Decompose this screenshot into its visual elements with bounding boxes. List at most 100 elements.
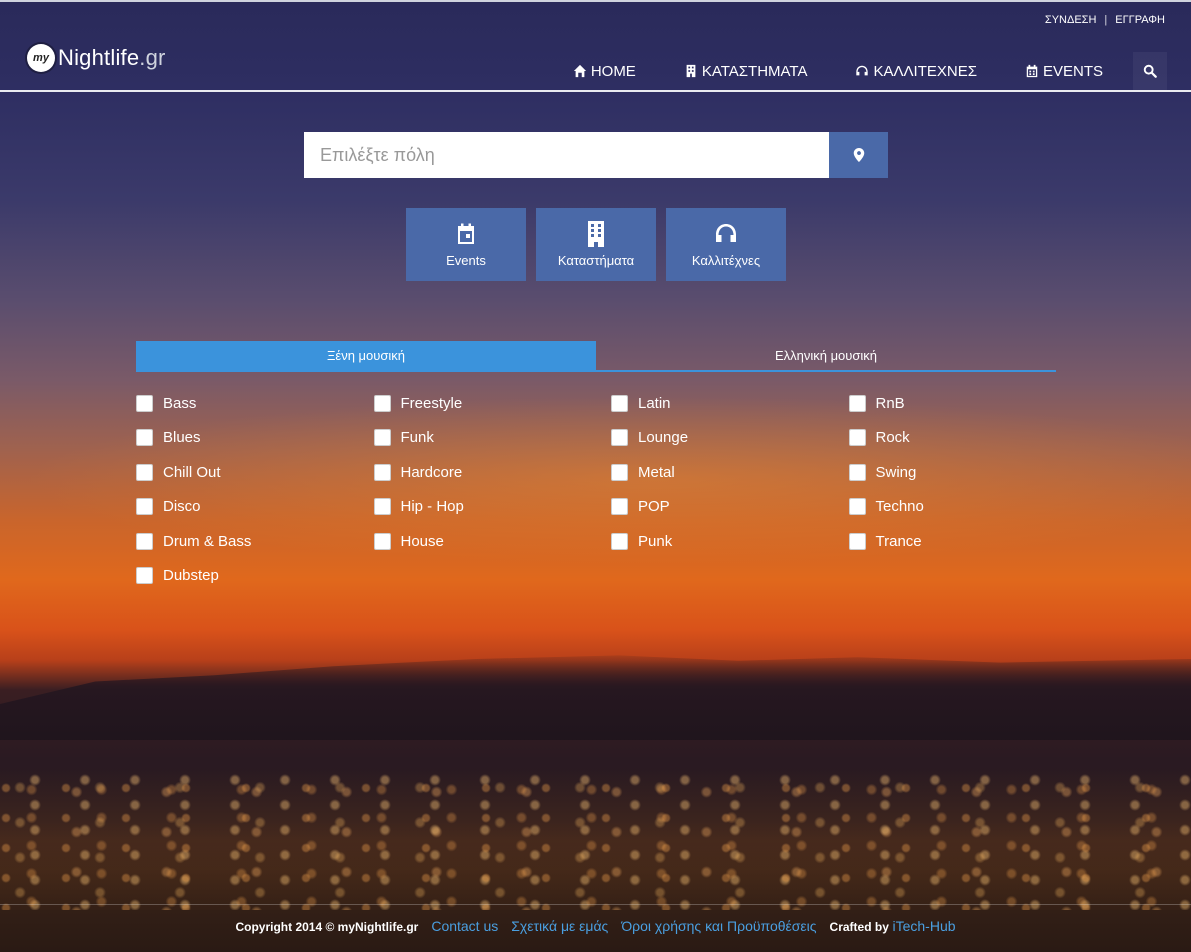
nav-artists-label: ΚΑΛΛΙΤΕΧΝΕΣ xyxy=(873,62,977,80)
category-stores[interactable]: Καταστήματα xyxy=(536,208,656,281)
genre-option: Rock xyxy=(848,428,1087,448)
genre-checkbox[interactable] xyxy=(848,394,866,412)
headphones-icon xyxy=(856,65,869,76)
home-icon xyxy=(573,64,586,78)
genre-checkbox[interactable] xyxy=(848,498,866,515)
city-input[interactable] xyxy=(304,132,829,178)
genre-label: House xyxy=(400,532,444,550)
nav-home[interactable]: HOME xyxy=(549,52,660,90)
genre-label: POP xyxy=(638,498,670,515)
genre-label: RnB xyxy=(875,394,905,412)
footer: Copyright 2014 © myNightlife.gr Contact … xyxy=(0,918,1191,934)
genre-option: Drum & Bass xyxy=(136,531,374,551)
login-link[interactable]: ΣΥΝΔΕΣΗ xyxy=(1045,14,1097,26)
genre-label: Punk xyxy=(638,532,673,550)
city-locate-button[interactable] xyxy=(829,132,888,178)
genre-checkbox[interactable] xyxy=(373,498,391,515)
genre-option: Bass xyxy=(136,393,374,413)
genre-checkbox[interactable] xyxy=(136,429,153,446)
nav-artists[interactable]: ΚΑΛΛΙΤΕΧΝΕΣ xyxy=(831,52,1001,90)
genre-option: Punk xyxy=(611,531,849,551)
genre-empty-cell xyxy=(611,566,849,601)
category-events-label: Events xyxy=(446,253,486,268)
register-link[interactable]: ΕΓΓΡΑΦΗ xyxy=(1115,14,1165,26)
genre-checkbox[interactable] xyxy=(611,463,628,481)
tab-foreign-music[interactable]: Ξένη μουσική xyxy=(136,341,596,370)
nav-stores-label: ΚΑΤΑΣΤΗΜΑΤΑ xyxy=(701,62,808,80)
genre-checkbox[interactable] xyxy=(136,463,153,481)
nav-events[interactable]: EVENTS xyxy=(1001,52,1127,90)
genre-checkbox[interactable] xyxy=(136,567,153,584)
genre-checkbox[interactable] xyxy=(373,394,391,412)
genre-checkbox[interactable] xyxy=(373,429,391,446)
search-icon xyxy=(1143,64,1157,78)
genre-checkbox[interactable] xyxy=(373,463,391,481)
genre-option: Chill Out xyxy=(136,462,374,482)
genre-checkbox[interactable] xyxy=(611,532,628,550)
main-nav: HOME ΚΑΤΑΣΤΗΜΑΤΑ ΚΑΛΛΙΤΕΧΝΕΣ EVENTS xyxy=(549,52,1167,90)
calendar-icon xyxy=(458,223,474,244)
auth-separator: | xyxy=(1104,14,1108,26)
genre-checkbox[interactable] xyxy=(848,532,866,550)
background-city-lights xyxy=(0,770,1191,910)
genre-checkbox[interactable] xyxy=(611,429,628,446)
genre-checkbox[interactable] xyxy=(136,394,153,412)
genre-label: Hip - Hop xyxy=(400,498,464,515)
footer-crafted-link[interactable]: iTech-Hub xyxy=(893,918,956,934)
genre-option: Disco xyxy=(136,497,374,517)
top-border xyxy=(0,0,1191,2)
footer-terms-link[interactable]: Όροι χρήσης και Προϋποθέσεις xyxy=(621,918,816,934)
genre-label: Disco xyxy=(163,498,201,515)
headphones-icon xyxy=(716,224,736,242)
genre-option: Funk xyxy=(373,428,612,448)
genre-checkbox[interactable] xyxy=(611,498,628,515)
genre-label: Techno xyxy=(875,498,924,515)
genre-label: Drum & Bass xyxy=(163,532,252,550)
nav-search-button[interactable] xyxy=(1133,52,1167,90)
footer-contact-link[interactable]: Contact us xyxy=(431,918,498,934)
footer-divider xyxy=(0,904,1191,905)
genre-option: Hip - Hop xyxy=(373,497,612,517)
logo-name: Nightlife.gr xyxy=(58,45,166,71)
background-mountains xyxy=(0,655,1191,740)
genre-checkbox[interactable] xyxy=(373,532,391,550)
genre-option: POP xyxy=(611,497,849,517)
site-logo[interactable]: my Nightlife.gr xyxy=(27,44,166,72)
genre-label: Metal xyxy=(638,463,675,481)
genre-label: Blues xyxy=(163,429,201,446)
genre-label: Latin xyxy=(638,394,671,412)
genre-checkbox[interactable] xyxy=(136,498,153,515)
genre-checkbox[interactable] xyxy=(848,429,866,446)
nav-stores[interactable]: ΚΑΤΑΣΤΗΜΑΤΑ xyxy=(660,52,832,90)
genre-label: Dubstep xyxy=(163,567,219,584)
genre-option: Dubstep xyxy=(136,566,374,586)
genre-option: RnB xyxy=(848,393,1087,413)
tab-greek-music[interactable]: Ελληνική μουσική xyxy=(596,341,1056,370)
genre-checkbox-grid: Bass Freestyle Latin RnB Blues Funk Lounge Rock… xyxy=(136,393,1086,600)
footer-crafted-label: Crafted by xyxy=(829,920,889,934)
genre-option: Hardcore xyxy=(373,462,612,482)
category-artists[interactable]: Καλλιτέχνες xyxy=(666,208,786,281)
footer-about-link[interactable]: Σχετικά με εμάς xyxy=(511,918,608,934)
genre-empty-cell xyxy=(374,566,612,601)
genre-label: Hardcore xyxy=(400,463,463,481)
genre-option: Techno xyxy=(848,497,1087,517)
genre-checkbox[interactable] xyxy=(136,532,153,550)
genre-checkbox[interactable] xyxy=(848,463,866,481)
genre-label: Funk xyxy=(400,429,434,446)
footer-crafted: Crafted by iTech-Hub xyxy=(830,918,956,934)
footer-copyright: Copyright 2014 © myNightlife.gr xyxy=(235,920,419,934)
logo-badge: my xyxy=(27,44,55,72)
category-events[interactable]: Events xyxy=(406,208,526,281)
genre-label: Swing xyxy=(875,463,917,481)
nav-events-label: EVENTS xyxy=(1042,62,1103,80)
genre-checkbox[interactable] xyxy=(611,394,628,412)
genre-label: Freestyle xyxy=(400,394,463,412)
genre-label: Chill Out xyxy=(163,463,221,481)
map-pin-icon xyxy=(853,148,864,162)
header-divider xyxy=(0,90,1191,92)
music-tabs: Ξένη μουσική Ελληνική μουσική xyxy=(136,341,1056,372)
logo-name-text: Nightlife xyxy=(58,45,140,70)
genre-label: Bass xyxy=(163,394,197,412)
genre-option: Blues xyxy=(136,428,374,448)
